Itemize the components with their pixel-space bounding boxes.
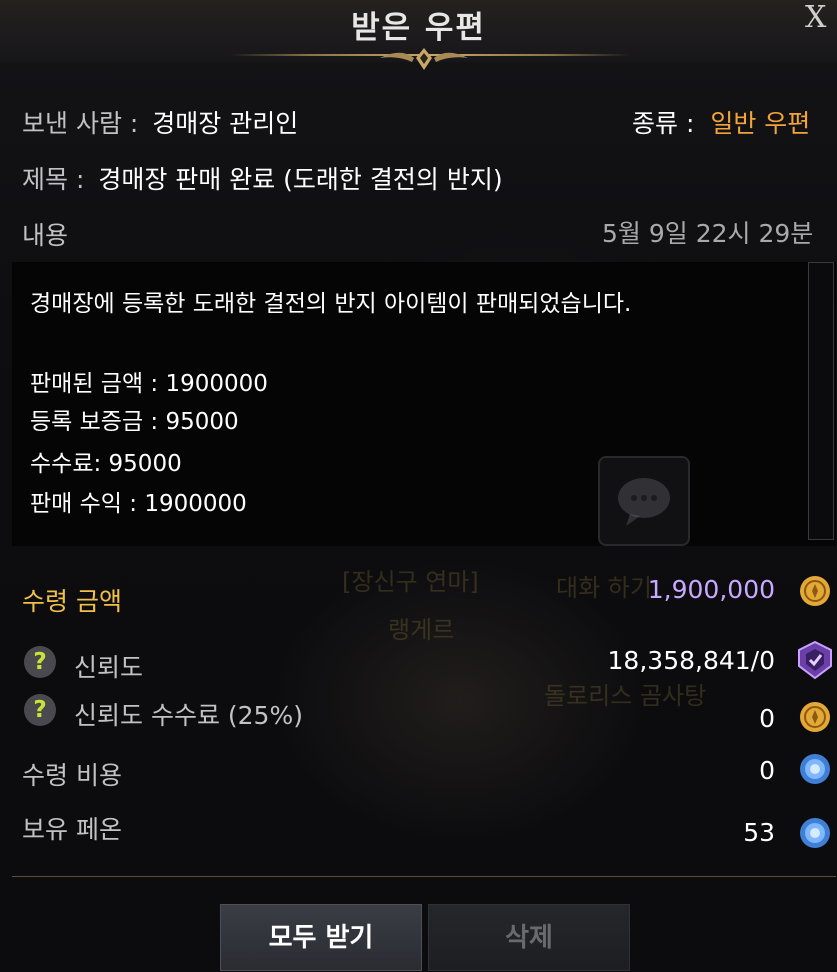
- receive-all-button[interactable]: 모두 받기: [220, 904, 422, 971]
- receive-amount-value: 1,900,000: [647, 575, 775, 604]
- window-title: 받은 우편: [351, 10, 486, 46]
- mail-body-line: 판매 수익 : 1900000: [30, 491, 247, 517]
- subject-row: 제목 : 경매장 판매 완료 (도래한 결전의 반지): [22, 160, 503, 196]
- trust-help-icon[interactable]: ?: [24, 646, 56, 678]
- close-icon[interactable]: X: [805, 0, 835, 44]
- blue-peon-icon: [800, 818, 830, 848]
- ghost-text: 돌로리스 곰사탕: [544, 682, 707, 710]
- subject-label: 제목 :: [22, 165, 85, 194]
- chat-bubble-icon: [598, 456, 690, 546]
- footer-divider: [12, 876, 836, 877]
- mail-type-value: 일반 우편: [710, 109, 811, 138]
- delete-button[interactable]: 삭제: [428, 904, 630, 971]
- mail-body-scrollbar[interactable]: [808, 262, 834, 540]
- owned-peon-label: 보유 페온: [22, 815, 122, 844]
- subject-value: 경매장 판매 완료 (도래한 결전의 반지): [98, 165, 503, 194]
- trust-fee-label: 신뢰도 수수료 (25%): [74, 701, 303, 730]
- gold-coin-icon: [800, 702, 830, 732]
- blue-peon-icon: [800, 754, 830, 784]
- trust-fee-value: 0: [759, 704, 775, 733]
- sender-row: 보낸 사람 : 경매장 관리인: [22, 104, 298, 140]
- gold-coin-icon: [800, 576, 830, 606]
- mail-type-label: 종류 :: [632, 109, 695, 138]
- receive-cost-value: 0: [759, 756, 775, 785]
- trust-shield-icon: [798, 640, 832, 680]
- trust-fee-help-icon[interactable]: ?: [24, 694, 56, 726]
- mail-body-line: 등록 보증금 : 95000: [30, 409, 239, 435]
- content-label: 내용: [22, 221, 69, 250]
- mail-body-line: 수수료: 95000: [30, 451, 182, 477]
- sender-label: 보낸 사람 :: [22, 109, 139, 138]
- ghost-text: 대화 하기: [556, 574, 652, 602]
- trust-value: 18,358,841/0: [607, 646, 775, 675]
- ghost-text: [장신구 연마]: [342, 568, 479, 596]
- ornament-icon: [380, 48, 468, 70]
- receive-amount-label: 수령 금액: [22, 587, 122, 616]
- owned-peon-value: 53: [743, 818, 775, 847]
- sender-value: 경매장 관리인: [152, 109, 299, 138]
- mail-date: 5월 9일 22시 29분: [602, 219, 814, 248]
- mail-body-line: 경매장에 등록한 도래한 결전의 반지 아이템이 판매되었습니다.: [30, 291, 632, 317]
- receive-cost-label: 수령 비용: [22, 761, 122, 790]
- ghost-text: 랭게르: [388, 616, 455, 644]
- trust-label: 신뢰도: [74, 653, 144, 682]
- mail-type-row: 종류 : 일반 우편: [632, 104, 810, 140]
- mail-body-line: 판매된 금액 : 1900000: [30, 371, 268, 397]
